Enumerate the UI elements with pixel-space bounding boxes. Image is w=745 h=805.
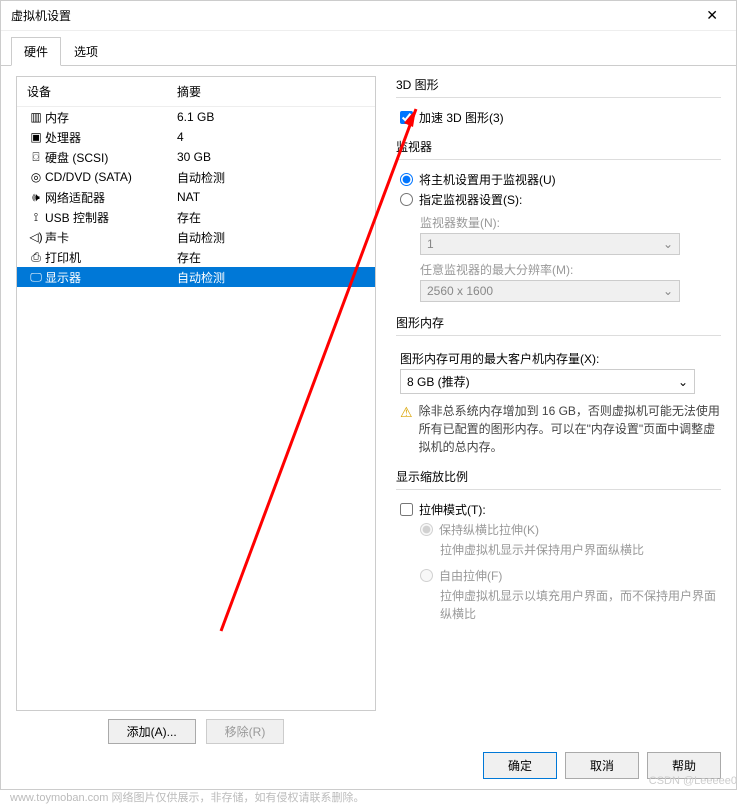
device-name: 声卡 <box>45 229 177 246</box>
use-host-input[interactable] <box>400 173 413 186</box>
device-icon: ⎙ <box>27 250 45 265</box>
device-icon: ◎ <box>27 170 45 184</box>
add-button[interactable]: 添加(A)... <box>108 719 196 744</box>
monitor-count-label: 监视器数量(N): <box>420 214 721 231</box>
accel-3d-checkbox[interactable]: 加速 3D 图形(3) <box>400 109 721 126</box>
specify-label: 指定监视器设置(S): <box>419 191 522 208</box>
use-host-radio[interactable]: 将主机设置用于监视器(U) <box>400 171 721 188</box>
group-monitor-title: 监视器 <box>396 138 721 155</box>
maxres-label: 任意监视器的最大分辨率(M): <box>420 261 721 278</box>
device-summary: 30 GB <box>177 150 365 164</box>
group-gmem-title: 图形内存 <box>396 314 721 331</box>
keep-ratio-radio: 保持纵横比拉伸(K) <box>420 521 721 538</box>
gmem-label: 图形内存可用的最大客户机内存量(X): <box>400 350 721 367</box>
device-icon: ▥ <box>27 110 45 124</box>
stretch-label: 拉伸模式(T): <box>419 501 486 518</box>
col-summary: 摘要 <box>177 83 201 100</box>
chevron-down-icon: ⌄ <box>663 237 673 251</box>
gmem-value: 8 GB (推荐) <box>407 373 470 390</box>
device-summary: 4 <box>177 130 365 144</box>
use-host-label: 将主机设置用于监视器(U) <box>419 171 556 188</box>
specify-radio[interactable]: 指定监视器设置(S): <box>400 191 721 208</box>
maxres-select: 2560 x 1600 ⌄ <box>420 280 680 302</box>
table-row[interactable]: ▥内存6.1 GB <box>17 107 375 127</box>
group-scale-title: 显示缩放比例 <box>396 468 721 485</box>
free-stretch-label: 自由拉伸(F) <box>439 567 502 584</box>
window-title: 虚拟机设置 <box>11 7 698 24</box>
free-stretch-radio: 自由拉伸(F) <box>420 567 721 584</box>
accel-3d-input[interactable] <box>400 111 413 124</box>
monitor-count-select: 1 ⌄ <box>420 233 680 255</box>
device-name: 打印机 <box>45 249 177 266</box>
device-summary: NAT <box>177 190 365 204</box>
monitor-count-value: 1 <box>427 237 434 251</box>
chevron-down-icon: ⌄ <box>663 284 673 298</box>
device-name: 硬盘 (SCSI) <box>45 149 177 166</box>
ok-button[interactable]: 确定 <box>483 752 557 779</box>
device-name: CD/DVD (SATA) <box>45 170 177 184</box>
tabs: 硬件 选项 <box>1 31 736 66</box>
table-row[interactable]: 🕪网络适配器NAT <box>17 187 375 207</box>
device-name: 显示器 <box>45 269 177 286</box>
device-name: 网络适配器 <box>45 189 177 206</box>
device-icon: ⌼ <box>27 150 45 165</box>
accel-3d-label: 加速 3D 图形(3) <box>419 109 504 126</box>
cancel-button[interactable]: 取消 <box>565 752 639 779</box>
col-device: 设备 <box>27 83 177 100</box>
specify-input[interactable] <box>400 193 413 206</box>
device-summary: 存在 <box>177 209 365 226</box>
stretch-checkbox[interactable]: 拉伸模式(T): <box>400 501 721 518</box>
device-summary: 6.1 GB <box>177 110 365 124</box>
table-row[interactable]: ◎CD/DVD (SATA)自动检测 <box>17 167 375 187</box>
table-row[interactable]: ▣处理器4 <box>17 127 375 147</box>
device-summary: 自动检测 <box>177 269 365 286</box>
chevron-down-icon[interactable]: ⌄ <box>678 375 688 389</box>
maxres-value: 2560 x 1600 <box>427 284 493 298</box>
close-icon[interactable]: ✕ <box>698 7 726 24</box>
free-stretch-desc: 拉伸虚拟机显示以填充用户界面，而不保持用户界面纵横比 <box>440 587 721 623</box>
device-name: 处理器 <box>45 129 177 146</box>
csdn-watermark: CSDN @Leeeee0 <box>649 775 737 787</box>
device-name: 内存 <box>45 109 177 126</box>
device-summary: 自动检测 <box>177 229 365 246</box>
device-icon: ◁) <box>27 230 45 244</box>
table-row[interactable]: ◁)声卡自动检测 <box>17 227 375 247</box>
tab-hardware[interactable]: 硬件 <box>11 37 61 66</box>
keep-ratio-desc: 拉伸虚拟机显示并保持用户界面纵横比 <box>440 541 721 559</box>
table-row[interactable]: ⟟USB 控制器存在 <box>17 207 375 227</box>
keep-ratio-input <box>420 523 433 536</box>
gmem-select[interactable]: 8 GB (推荐) ⌄ <box>400 369 695 394</box>
table-row[interactable]: ⎙打印机存在 <box>17 247 375 267</box>
tab-options[interactable]: 选项 <box>61 37 111 66</box>
table-row[interactable]: ⌼硬盘 (SCSI)30 GB <box>17 147 375 167</box>
stretch-input[interactable] <box>400 503 413 516</box>
device-summary: 自动检测 <box>177 169 365 186</box>
remove-button[interactable]: 移除(R) <box>206 719 285 744</box>
device-icon: ▣ <box>27 130 45 144</box>
device-icon: 🖵 <box>27 270 45 285</box>
keep-ratio-label: 保持纵横比拉伸(K) <box>439 521 539 538</box>
device-summary: 存在 <box>177 249 365 266</box>
hw-header: 设备 摘要 <box>17 77 375 107</box>
gmem-warning: 除非总系统内存增加到 16 GB，否则虚拟机可能无法使用所有已配置的图形内存。可… <box>419 402 721 456</box>
device-icon: 🕪 <box>27 190 45 205</box>
free-stretch-input <box>420 569 433 582</box>
table-row[interactable]: 🖵显示器自动检测 <box>17 267 375 287</box>
hardware-list: ▥内存6.1 GB▣处理器4⌼硬盘 (SCSI)30 GB◎CD/DVD (SA… <box>17 107 375 710</box>
footer-watermark: www.toymoban.com 网络图片仅供展示，非存储，如有侵权请联系删除。 <box>10 789 364 805</box>
group-3d-title: 3D 图形 <box>396 76 721 93</box>
warning-icon: ⚠ <box>400 402 413 456</box>
device-name: USB 控制器 <box>45 209 177 226</box>
device-icon: ⟟ <box>27 210 45 225</box>
